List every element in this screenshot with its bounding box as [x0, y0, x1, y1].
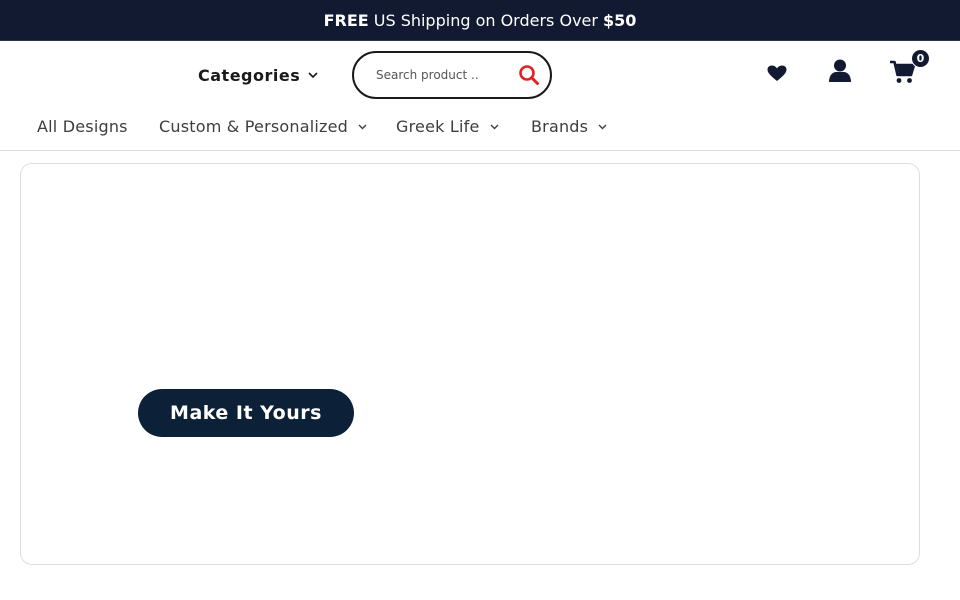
chevron-down-icon: [490, 124, 499, 130]
user-icon[interactable]: [829, 59, 851, 87]
nav-item-custom-personalized[interactable]: Custom & Personalized: [159, 117, 367, 136]
cart-count-badge: 0: [911, 49, 930, 68]
hero-banner: Make It Yours: [20, 163, 920, 565]
promo-text: US Shipping on Orders Over: [373, 10, 598, 30]
search-box: [352, 51, 552, 99]
promo-amount: $50: [602, 10, 637, 30]
heart-icon[interactable]: [767, 65, 787, 86]
nav-item-label: Greek Life: [396, 117, 480, 136]
make-it-yours-button[interactable]: Make It Yours: [138, 389, 354, 437]
nav-item-label: All Designs: [37, 117, 128, 136]
nav-item-all-designs[interactable]: All Designs: [37, 117, 128, 136]
main-nav: All Designs Custom & Personalized Greek …: [0, 106, 960, 151]
chevron-down-icon: [598, 124, 607, 130]
search-icon[interactable]: [518, 64, 540, 86]
nav-item-label: Brands: [531, 117, 589, 136]
promo-banner: FREE US Shipping on Orders Over $50: [0, 0, 960, 41]
nav-item-brands[interactable]: Brands: [531, 117, 607, 136]
chevron-down-icon: [358, 124, 367, 130]
search-input[interactable]: [376, 65, 516, 85]
nav-item-greek-life[interactable]: Greek Life: [396, 117, 499, 136]
chevron-down-icon: [308, 72, 318, 79]
categories-label: Categories: [198, 66, 301, 85]
site-header: Categories 0: [0, 42, 960, 106]
categories-dropdown[interactable]: Categories: [198, 66, 318, 85]
promo-free-text: FREE: [323, 10, 369, 30]
nav-item-label: Custom & Personalized: [159, 117, 349, 136]
